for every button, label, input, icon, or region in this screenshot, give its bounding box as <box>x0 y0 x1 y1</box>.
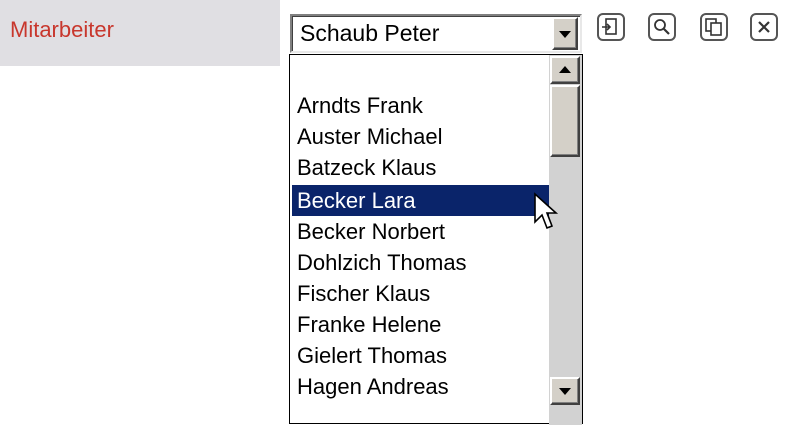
employee-select[interactable]: Schaub Peter <box>290 14 582 53</box>
mouse-cursor-icon <box>534 192 559 230</box>
search-icon[interactable] <box>648 13 676 41</box>
employee-dropdown-list[interactable]: Arndts Frank Auster Michael Batzeck Klau… <box>289 54 583 425</box>
list-item[interactable]: Gielert Thomas <box>292 340 550 371</box>
scrollbar-thumb[interactable] <box>550 85 580 157</box>
chevron-down-icon <box>559 30 571 38</box>
copy-icon[interactable] <box>700 13 728 41</box>
list-item-highlighted[interactable]: Becker Lara <box>292 185 550 216</box>
list-item-empty[interactable] <box>292 59 550 90</box>
list-item[interactable]: Becker Norbert <box>292 216 550 247</box>
scroll-up-button[interactable] <box>550 56 580 84</box>
list-item[interactable]: Auster Michael <box>292 121 550 152</box>
open-icon[interactable] <box>597 13 625 41</box>
dropdown-toggle-button[interactable] <box>552 17 578 50</box>
clear-icon[interactable] <box>750 13 778 41</box>
list-item[interactable]: Fischer Klaus <box>292 278 550 309</box>
dropdown-scrollbar[interactable] <box>549 55 582 425</box>
list-item[interactable]: Franke Helene <box>292 309 550 340</box>
list-item[interactable]: Arndts Frank <box>292 90 550 121</box>
scroll-down-button[interactable] <box>550 377 580 405</box>
field-label: Mitarbeiter <box>10 17 114 42</box>
arrow-down-icon <box>559 388 571 395</box>
list-item[interactable]: Hagen Andreas <box>292 371 550 402</box>
arrow-up-icon <box>559 66 571 73</box>
field-label-cell: Mitarbeiter <box>0 0 280 66</box>
list-item[interactable]: Dohlzich Thomas <box>292 247 550 278</box>
list-item[interactable]: Batzeck Klaus <box>292 152 550 183</box>
employee-select-value: Schaub Peter <box>300 20 440 46</box>
